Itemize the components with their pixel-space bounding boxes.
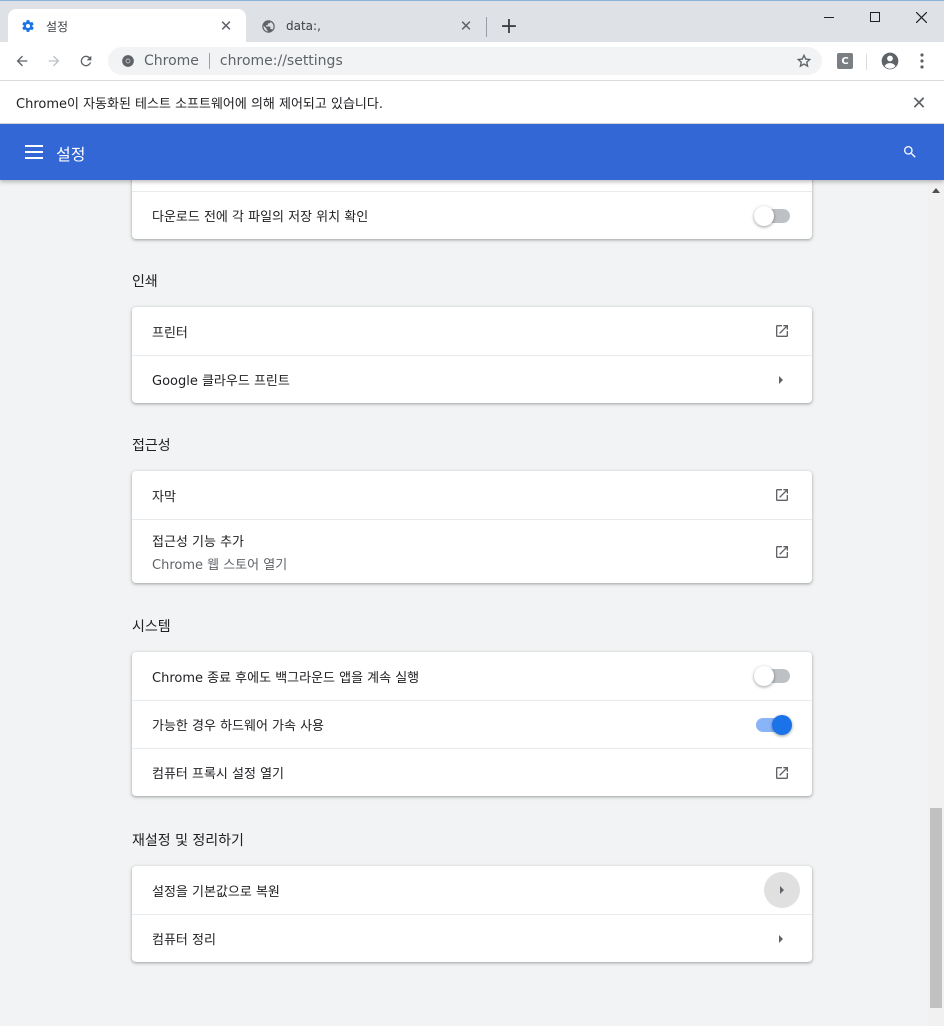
bookmark-star-icon[interactable] — [794, 51, 814, 71]
browser-toolbar: Chrome chrome://settings C — [0, 42, 944, 80]
cleanup-computer-row[interactable]: 컴퓨터 정리 — [132, 914, 812, 962]
open-external-icon[interactable] — [772, 485, 792, 505]
scrollbar[interactable] — [928, 180, 944, 1026]
arrow-right-icon — [776, 934, 786, 944]
add-accessibility-features-label: 접근성 기능 추가 — [152, 534, 244, 550]
page-title: 설정 — [56, 145, 86, 164]
hamburger-menu-icon[interactable] — [22, 140, 46, 164]
open-external-icon[interactable] — [772, 542, 792, 562]
restore-defaults-label: 설정을 기본값으로 복원 — [152, 884, 280, 900]
extension-icon[interactable]: C — [837, 53, 853, 69]
minimize-icon[interactable] — [806, 3, 852, 31]
proxy-settings-row[interactable]: 컴퓨터 프록시 설정 열기 — [132, 748, 812, 796]
reset-card: 설정을 기본값으로 복원 컴퓨터 정리 — [132, 866, 812, 962]
scrollbar-thumb[interactable] — [930, 808, 942, 1008]
toolbar-divider — [866, 54, 867, 70]
section-title-printing: 인쇄 — [132, 274, 158, 290]
background-apps-label: Chrome 종료 후에도 백그라운드 앱을 계속 실행 — [152, 670, 420, 686]
infobar-close-icon[interactable]: ✕ — [908, 93, 930, 114]
ask-download-location-label: 다운로드 전에 각 파일의 저장 위치 확인 — [152, 210, 369, 225]
proxy-settings-label: 컴퓨터 프록시 설정 열기 — [152, 767, 284, 782]
new-tab-plus-icon[interactable]: + — [496, 15, 522, 39]
cleanup-computer-label: 컴퓨터 정리 — [152, 933, 216, 948]
cloud-print-row[interactable]: Google 클라우드 프린트 — [132, 355, 812, 403]
tab-data[interactable]: data:, ✕ — [248, 9, 486, 43]
settings-content: 다운로드 전에 각 파일의 저장 위치 확인 인쇄 프린터 Google 클라우… — [0, 180, 928, 1026]
tab-settings[interactable]: 설정 ✕ — [8, 9, 246, 43]
printing-card: 프린터 Google 클라우드 프린트 — [132, 307, 812, 403]
arrow-right-icon — [776, 375, 786, 385]
reload-icon[interactable] — [72, 47, 100, 75]
tab-strip: 설정 ✕ data:, ✕ + — [0, 0, 944, 43]
add-accessibility-features-sublabel: Chrome 웹 스토어 열기 — [152, 557, 288, 573]
settings-header: 설정 — [0, 124, 944, 180]
profile-avatar-icon[interactable] — [876, 47, 904, 75]
tab-close-icon[interactable]: ✕ — [218, 17, 234, 35]
chrome-logo-icon — [120, 53, 136, 69]
kebab-menu-icon[interactable] — [908, 47, 936, 75]
hardware-acceleration-row[interactable]: 가능한 경우 하드웨어 가속 사용 — [132, 700, 812, 748]
open-external-icon[interactable] — [772, 763, 792, 783]
section-title-reset: 재설정 및 정리하기 — [132, 833, 244, 849]
section-title-system: 시스템 — [132, 619, 171, 635]
gear-icon — [20, 18, 36, 34]
arrow-right-icon[interactable] — [764, 872, 800, 908]
address-bar[interactable]: Chrome chrome://settings — [108, 47, 822, 75]
tab-close-icon[interactable]: ✕ — [458, 17, 474, 35]
back-arrow-icon[interactable] — [8, 47, 36, 75]
system-card: Chrome 종료 후에도 백그라운드 앱을 계속 실행 가능한 경우 하드웨어… — [132, 652, 812, 796]
printers-row[interactable]: 프린터 — [132, 307, 812, 355]
ask-download-location-toggle[interactable] — [754, 205, 790, 226]
tab-title: data:, — [286, 19, 321, 33]
forward-arrow-icon[interactable] — [40, 47, 68, 75]
tab-divider — [486, 17, 487, 37]
window-close-icon[interactable] — [898, 3, 944, 31]
background-apps-toggle[interactable] — [754, 666, 790, 686]
open-external-icon[interactable] — [772, 321, 792, 341]
omnibox-url: chrome://settings — [219, 53, 343, 69]
section-title-accessibility: 접근성 — [132, 438, 171, 454]
scroll-up-arrow-icon[interactable] — [928, 184, 944, 196]
omnibox-divider — [208, 53, 210, 69]
infobar-message: Chrome이 자동화된 테스트 소프트웨어에 의해 제어되고 있습니다. — [16, 96, 383, 112]
omnibox-origin: Chrome — [144, 53, 199, 69]
add-accessibility-features-row[interactable]: 접근성 기능 추가 Chrome 웹 스토어 열기 — [132, 519, 812, 583]
cloud-print-label: Google 클라우드 프린트 — [152, 374, 290, 389]
downloads-card: 다운로드 전에 각 파일의 저장 위치 확인 — [132, 180, 812, 239]
captions-row[interactable]: 자막 — [132, 471, 812, 519]
automation-infobar: Chrome이 자동화된 테스트 소프트웨어에 의해 제어되고 있습니다. ✕ — [0, 80, 944, 124]
hardware-acceleration-label: 가능한 경우 하드웨어 가속 사용 — [152, 719, 325, 734]
ask-download-location-row[interactable]: 다운로드 전에 각 파일의 저장 위치 확인 — [132, 191, 812, 239]
accessibility-card: 자막 접근성 기능 추가 Chrome 웹 스토어 열기 — [132, 471, 812, 583]
search-icon[interactable] — [897, 139, 923, 165]
tab-title: 설정 — [46, 19, 69, 34]
printers-label: 프린터 — [152, 325, 188, 341]
restore-defaults-row[interactable]: 설정을 기본값으로 복원 — [132, 866, 812, 914]
hardware-acceleration-toggle[interactable] — [756, 714, 792, 735]
downloads-row-hidden — [132, 180, 812, 191]
captions-label: 자막 — [152, 489, 176, 505]
globe-icon — [260, 18, 276, 34]
maximize-icon[interactable] — [852, 3, 898, 31]
background-apps-row[interactable]: Chrome 종료 후에도 백그라운드 앱을 계속 실행 — [132, 652, 812, 700]
